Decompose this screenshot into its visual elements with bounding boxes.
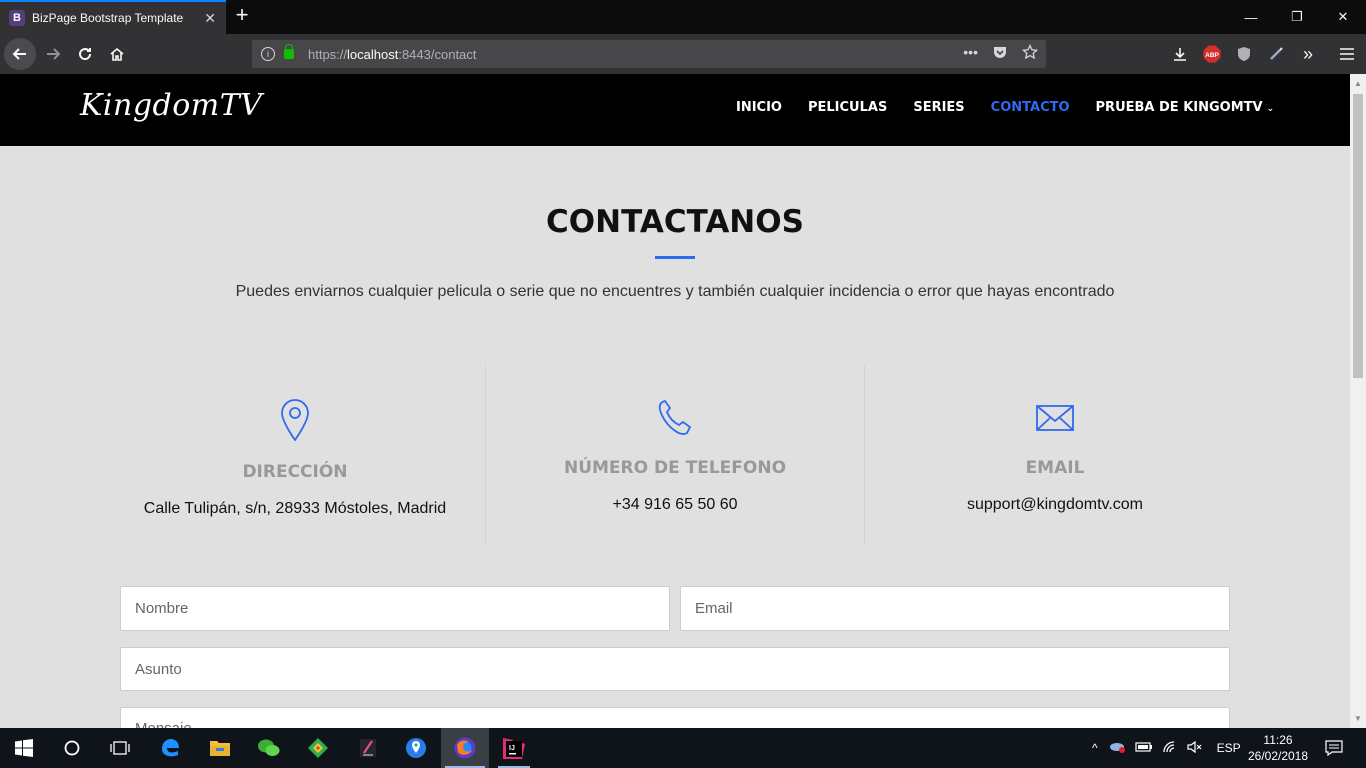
section-description: Puedes enviarnos cualquier pelicula o se… [235,283,1115,300]
firefox-taskbar-icon[interactable] [441,728,489,768]
reload-icon[interactable] [71,40,99,68]
minimize-button[interactable]: ― [1228,0,1274,34]
phone-block: NÚMERO DE TELEFONO +34 916 65 50 60 [485,364,865,544]
site-logo[interactable]: KingdomTV [80,88,262,123]
web-page: KingdomTV INICIO PELICULAS SERIES CONTAC… [0,74,1350,728]
pocket-icon[interactable] [992,44,1008,63]
phone-heading: NÚMERO DE TELEFONO [563,458,787,478]
nav-series[interactable]: SERIES [913,100,964,115]
forward-icon[interactable] [39,40,67,68]
chevron-down-icon: ⌄ [1266,104,1275,114]
overflow-icon[interactable]: » [1294,40,1322,68]
cortana-icon[interactable] [58,734,86,762]
page-scrollbar[interactable]: ▲ ▼ [1350,74,1366,728]
tray-expand-icon[interactable]: ^ [1092,741,1098,755]
address-bar[interactable]: i https://localhost:8443/contact ••• [252,40,1046,68]
system-tray: ^ ESP [1092,728,1241,768]
lock-icon[interactable] [284,44,294,59]
email-field[interactable]: Email [680,586,1230,631]
name-field[interactable]: Nombre [120,586,670,631]
bootstrap-favicon-icon: B [9,10,25,26]
nav-peliculas[interactable]: PELICULAS [808,100,887,115]
file-explorer-icon[interactable] [206,734,234,762]
map-pin-icon [281,399,309,442]
intellij-icon[interactable]: IJ [498,734,530,768]
info-icon[interactable]: i [261,47,275,61]
battery-icon[interactable] [1135,741,1153,756]
subject-field[interactable]: Asunto [120,647,1230,691]
nav-prueba-dropdown[interactable]: PRUEBA DE KINGOMTV ⌄ [1096,100,1275,115]
title-underline [655,256,695,259]
more-icon[interactable]: ••• [963,44,978,63]
browser-toolbar: i https://localhost:8443/contact ••• ABP… [0,34,1366,74]
wifi-icon[interactable] [1162,740,1178,757]
task-view-icon[interactable] [106,734,134,762]
section-title: CONTACTANOS [546,204,804,240]
nav-inicio[interactable]: INICIO [736,100,782,115]
language-indicator[interactable]: ESP [1217,741,1241,755]
onedrive-icon[interactable] [1108,740,1126,757]
scroll-up-icon[interactable]: ▲ [1350,77,1366,91]
app-diamond-icon[interactable] [304,734,332,762]
email-heading: EMAIL [1025,458,1085,478]
download-icon[interactable] [1166,40,1194,68]
wechat-icon[interactable] [255,734,283,762]
svg-text:ABP: ABP [1205,52,1219,59]
bookmark-star-icon[interactable] [1021,43,1039,63]
clock-time: 11:26 [1263,733,1293,747]
new-tab-button[interactable]: + [232,4,252,28]
maps-icon[interactable] [402,734,430,762]
clock-date: 26/02/2018 [1247,749,1309,763]
svg-text:IJ: IJ [509,745,515,752]
visual-studio-icon[interactable] [354,734,382,762]
shield-icon[interactable] [1230,40,1258,68]
address-block: DIRECCIÓN Calle Tulipán, s/n, 28933 Móst… [105,364,485,544]
volume-muted-icon[interactable] [1187,740,1203,757]
phone-value[interactable]: +34 916 65 50 60 [486,496,864,514]
menu-icon[interactable] [1333,40,1361,68]
windows-taskbar: IJ ^ ESP 11:26 26/02/2018 [0,728,1366,768]
window-close-button[interactable]: ✕ [1320,0,1366,34]
main-nav: INICIO PELICULAS SERIES CONTACTO PRUEBA … [736,100,1300,115]
browser-tab-bar: B BizPage Bootstrap Template ✕ + ― ❐ ✕ [0,0,1366,34]
url-text[interactable]: https://localhost:8443/contact [308,47,476,62]
browser-tab[interactable]: B BizPage Bootstrap Template ✕ [0,0,226,34]
scrollbar-thumb[interactable] [1353,94,1363,378]
back-icon[interactable] [4,38,36,70]
phone-icon [658,399,692,435]
nav-contacto[interactable]: CONTACTO [991,100,1070,115]
envelope-icon [1036,405,1074,431]
email-block: EMAIL support@kingdomtv.com [865,364,1245,544]
clock[interactable]: 11:26 26/02/2018 [1246,732,1310,764]
pen-icon[interactable] [1262,40,1290,68]
email-value[interactable]: support@kingdomtv.com [865,496,1245,514]
close-tab-icon[interactable]: ✕ [204,10,216,27]
restore-button[interactable]: ❐ [1274,0,1320,34]
home-icon[interactable] [103,40,131,68]
message-field[interactable]: Mensaje [120,707,1230,728]
scroll-down-icon[interactable]: ▼ [1350,712,1366,726]
site-header: KingdomTV INICIO PELICULAS SERIES CONTAC… [0,74,1350,146]
address-value: Calle Tulipán, s/n, 28933 Móstoles, Madr… [143,500,447,517]
adblock-icon[interactable]: ABP [1198,40,1226,68]
edge-icon[interactable] [156,734,184,762]
tab-title: BizPage Bootstrap Template [32,11,184,25]
address-heading: DIRECCIÓN [242,462,348,482]
windows-start-icon[interactable] [10,734,38,762]
action-center-icon[interactable] [1320,734,1348,762]
nav-prueba-label: PRUEBA DE KINGOMTV [1095,100,1263,115]
